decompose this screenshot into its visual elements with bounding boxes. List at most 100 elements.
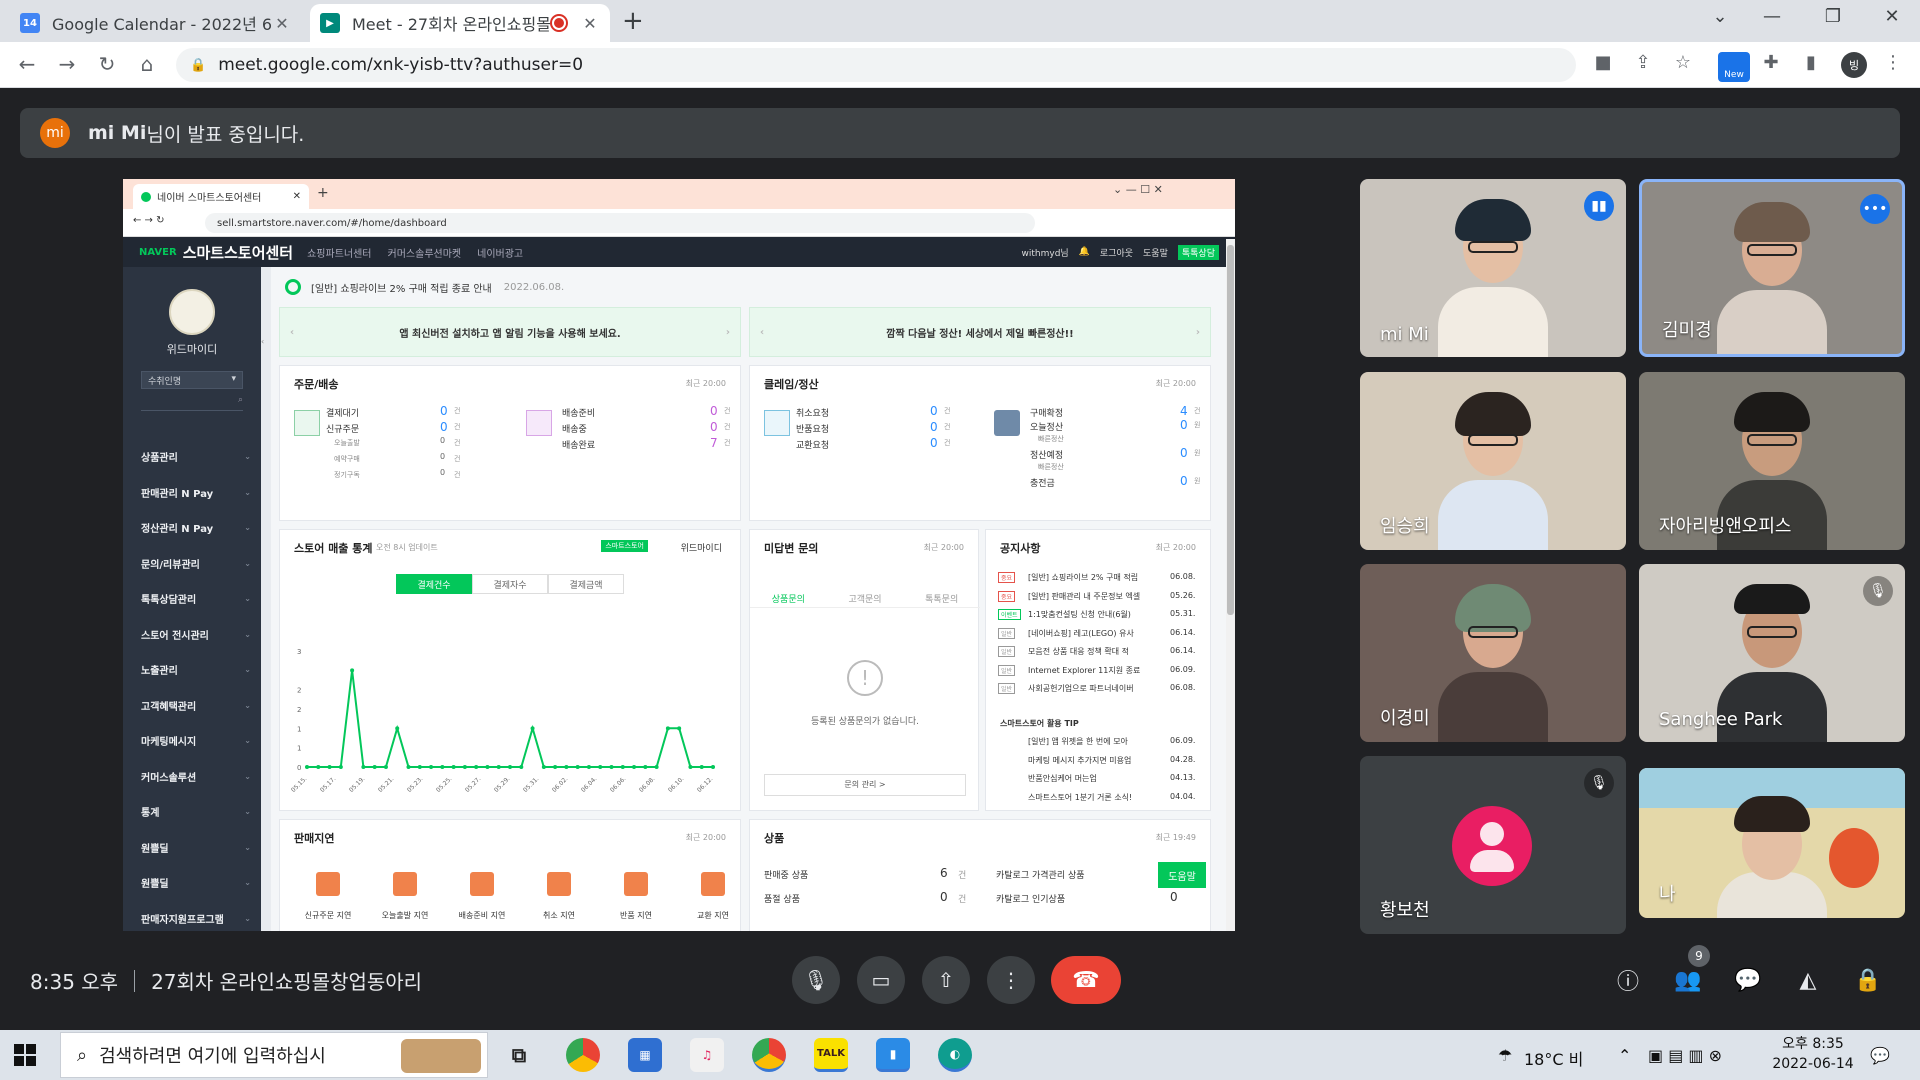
camera-button[interactable]: ▭ [857,956,905,1004]
video-hair [1734,796,1810,832]
itunes-icon[interactable]: ♫ [690,1038,724,1072]
participant-tile[interactable]: 임승희 [1360,372,1626,550]
mic-button[interactable]: 🎙 [792,956,840,1004]
chevron-up-icon[interactable]: ⌃ [1618,1046,1631,1065]
data-point [711,765,715,769]
tray-icons[interactable]: ▣ ▤ ▥ ⊗ [1648,1046,1722,1065]
windows-taskbar: ⌕ 검색하려면 여기에 입력하십시 ⧉ ▦ ♫ TALK ▮ ◐ ☂ 18°C … [0,1030,1920,1080]
notice-date: 06.08. [1170,683,1196,692]
home-icon[interactable]: ⌂ [132,52,162,76]
delay-card: 판매지연 최근 20:00 신규주문 지연 오늘출발 지연 배송준비 지연 취소 지연… [279,819,741,931]
close-icon[interactable]: ✕ [272,14,292,33]
y-tick-label: 3 [297,648,301,656]
edge-icon[interactable]: ◐ [938,1038,972,1072]
video-glasses [1468,241,1518,253]
more-vert-icon: ⋮ [1001,968,1021,992]
notification-icon[interactable]: 💬 [1870,1046,1890,1065]
data-point [406,765,411,769]
sidebar-item: 고객혜택관리 ⌄ [141,688,251,724]
participant-tile[interactable]: ▮▮ mi Mi [1360,179,1626,357]
participant-tile[interactable]: 🎙 황보천 [1360,756,1626,934]
sidebar-item: 상품관리 ⌄ [141,439,251,475]
sidebar-item-label: 노출관리 [141,666,178,678]
more-options-icon[interactable]: ••• [1860,194,1890,224]
weather-text[interactable]: 18°C 비 [1524,1046,1583,1070]
tab-search-icon[interactable]: ⌄ [1700,6,1740,27]
tab-google-calendar[interactable]: 14 Google Calendar - 2022년 6월 ✕ [10,4,302,42]
unit: 건 [724,407,731,415]
people-icon: 👥 [1674,967,1702,993]
product-row-label: 카탈로그 가격관리 상품 [996,871,1085,881]
list-label: 빠른정산 [1038,435,1064,443]
chevron-down-icon: ⌄ [244,452,251,462]
forward-icon[interactable]: → [52,52,82,76]
search-placeholder: 검색하려면 여기에 입력하십시 [99,1046,326,1067]
participant-tile[interactable]: ••• 김미경 [1639,179,1905,357]
chrome-icon[interactable] [566,1038,600,1072]
card-updated: 최근 19:49 [1155,833,1196,842]
side-panel-icon[interactable]: ▮ [1796,52,1826,73]
present-button[interactable]: ⇧ [922,956,970,1004]
close-window-button[interactable]: ✕ [1872,6,1912,27]
meeting-details-button[interactable]: ⓘ [1610,962,1646,998]
data-point [530,726,535,731]
mic-icon: 🎙 [803,968,829,992]
participant-tile[interactable]: 자아리빙앤오피스 [1639,372,1905,550]
share-icon[interactable]: ⇪ [1628,52,1658,73]
activities-button[interactable]: ◭ [1790,962,1826,998]
people-button[interactable]: 👥 [1670,962,1706,998]
more-options-button[interactable]: ⋮ [987,956,1035,1004]
participant-video [1717,202,1827,354]
url-input[interactable]: 🔒 meet.google.com/xnk-yisb-ttv?authuser=… [176,48,1576,82]
chevron-down-icon: ⌄ [244,665,251,675]
weather-icon[interactable]: ☂ [1498,1046,1512,1065]
new-badge[interactable]: New [1718,52,1750,82]
host-controls-button[interactable]: 🔒 [1850,962,1886,998]
card-updated: 최근 20:00 [1155,543,1196,552]
avatar[interactable]: 빙 [1841,52,1867,78]
task-view-icon[interactable]: ⧉ [502,1038,536,1072]
search-highlight-image [401,1039,481,1073]
unit: 건 [958,871,967,881]
close-icon[interactable]: ✕ [580,14,600,33]
leave-call-button[interactable]: ☎ [1051,956,1121,1004]
product-row-label: 판매중 상품 [764,871,809,881]
data-point [508,765,512,769]
products-card: 상품 최근 19:49 판매중 상품 6 건 품절 상품 0 건 카탈로그 가격… [749,819,1211,931]
reload-icon[interactable]: ↻ [92,52,122,76]
notice-tag: 중요 [998,590,1016,602]
list-label: 배송중 [562,425,587,435]
app-icon[interactable]: ▮ [876,1038,910,1072]
help-button: 도움말 [1158,862,1206,888]
store-icon[interactable]: ▦ [628,1038,662,1072]
x-tick-label: 05.15. [290,775,309,794]
chrome-active-icon[interactable] [752,1038,786,1072]
windows-start-button[interactable] [14,1044,36,1066]
taskbar-clock[interactable]: 오후 8:35 2022-06-14 [1768,1034,1858,1074]
minimize-icon: ⌄ — ☐ ✕ [1113,183,1163,196]
minimize-button[interactable]: — [1752,6,1792,27]
camera-icon[interactable]: ■ [1588,52,1618,73]
promo-text: 깜짝 다음날 정산! 세상에서 제일 빠른정산!! [886,328,1074,340]
delay-label: 신규주문 지연 [304,911,352,920]
participant-tile[interactable]: 이경미 [1360,564,1626,742]
taskbar-search-input[interactable]: ⌕ 검색하려면 여기에 입력하십시 [60,1032,488,1078]
card-title: 상품 [764,832,785,845]
notice-tag: 일반 [998,683,1016,694]
unit: 건 [1194,407,1201,415]
card-title: 주문/배송 [294,378,339,391]
star-icon[interactable]: ☆ [1668,52,1698,73]
notice-title: Internet Explorer 11지원 종료 [1028,665,1141,675]
participant-tile[interactable]: 🎙 Sanghee Park [1639,564,1905,742]
back-icon[interactable]: ← [12,52,42,76]
participant-tile[interactable]: 나 [1639,768,1905,918]
tab-google-meet[interactable]: ▶ Meet - 27회차 온라인쇼핑몰 ✕ [310,4,610,42]
truck-icon [526,410,552,436]
kakaotalk-icon[interactable]: TALK [814,1038,848,1072]
menu-icon[interactable]: ⋮ [1878,52,1908,73]
chat-button[interactable]: 💬 [1730,962,1766,998]
bell-icon: 🔔 [1078,247,1090,257]
new-tab-button[interactable]: + [622,6,644,36]
extensions-icon[interactable]: ✚ [1756,52,1786,73]
maximize-button[interactable]: ❐ [1813,6,1853,27]
